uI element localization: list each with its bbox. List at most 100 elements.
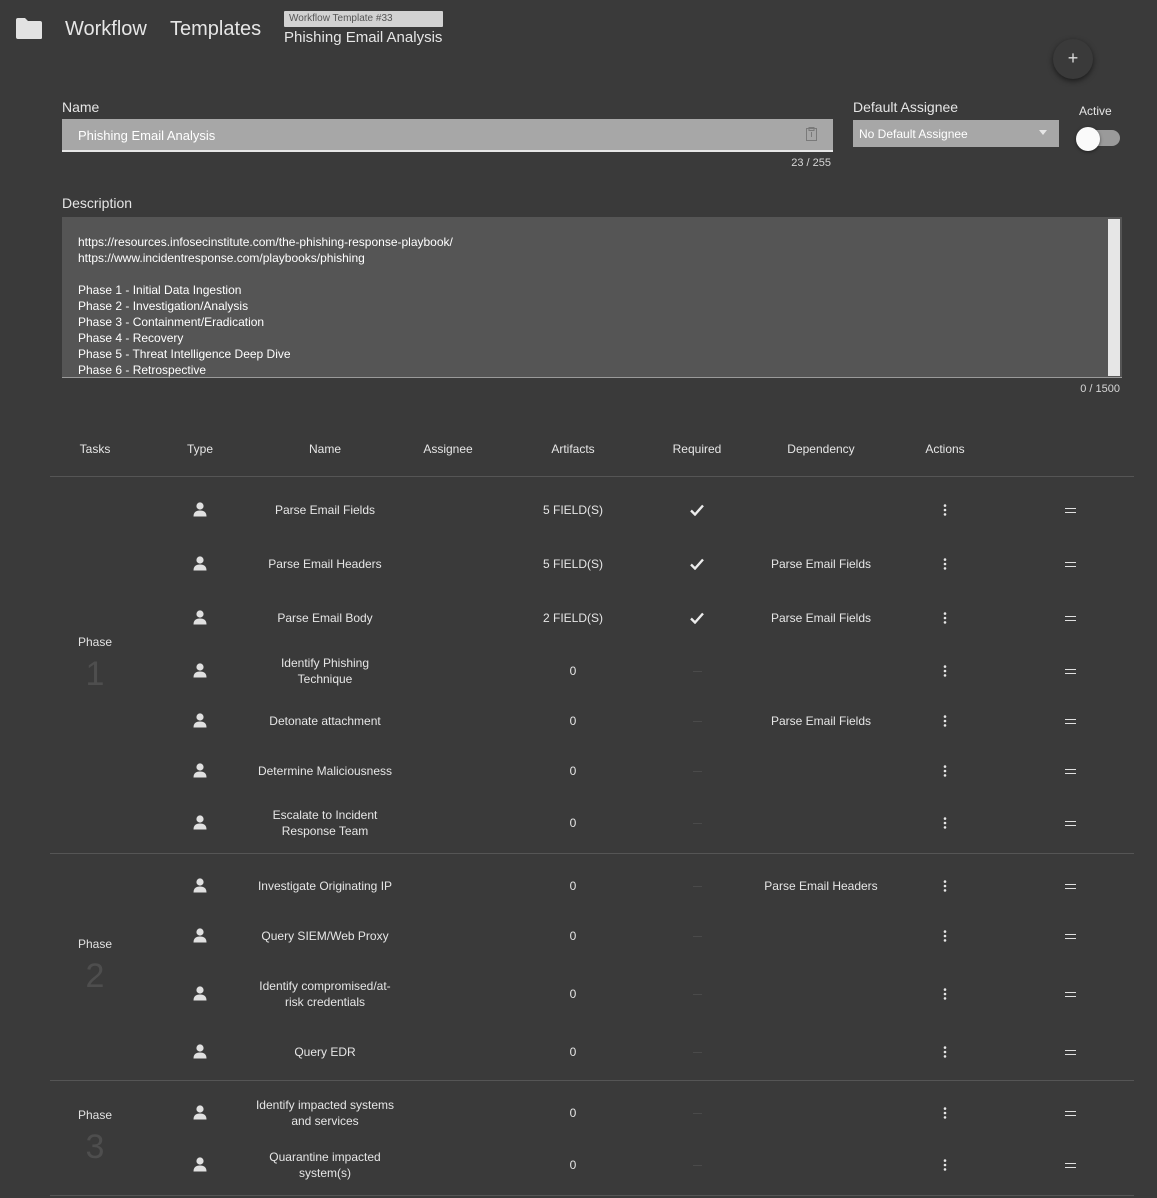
table-row[interactable]: Detonate attachment 0 Parse Email Fields	[0, 695, 1157, 747]
task-name[interactable]: Identify Phishing Technique	[255, 655, 395, 687]
task-actions-menu[interactable]	[936, 988, 954, 1000]
task-required	[682, 771, 712, 772]
person-icon	[193, 878, 207, 893]
drag-handle-icon	[1064, 769, 1076, 774]
name-input-value: Phishing Email Analysis	[78, 128, 216, 143]
drag-handle-icon	[1064, 616, 1076, 621]
drag-handle-icon	[1064, 1111, 1076, 1116]
task-name[interactable]: Quarantine impacted system(s)	[255, 1149, 395, 1181]
empty-dash	[692, 823, 702, 824]
more-vert-icon	[943, 930, 947, 942]
drag-handle[interactable]	[1060, 1111, 1080, 1116]
drag-handle[interactable]	[1060, 1163, 1080, 1168]
task-name[interactable]: Parse Email Body	[255, 610, 395, 626]
table-row[interactable]: Identify compromised/at-risk credentials…	[0, 968, 1157, 1020]
task-actions-menu[interactable]	[936, 930, 954, 942]
drag-handle[interactable]	[1060, 769, 1080, 774]
task-name[interactable]: Detonate attachment	[255, 713, 395, 729]
table-row[interactable]: Quarantine impacted system(s) 0	[0, 1139, 1157, 1191]
task-name[interactable]: Query EDR	[255, 1044, 395, 1060]
task-artifacts: 0	[569, 987, 577, 1001]
active-toggle-thumb[interactable]	[1076, 127, 1100, 151]
person-icon	[193, 986, 207, 1001]
default-assignee-select[interactable]: No Default Assignee	[853, 120, 1059, 147]
drag-handle[interactable]	[1060, 821, 1080, 826]
breadcrumb-templates[interactable]: Templates	[170, 18, 261, 41]
task-artifacts: 2 FIELD(S)	[542, 611, 603, 625]
drag-handle[interactable]	[1060, 934, 1080, 939]
description-line: Phase 1 - Initial Data Ingestion	[78, 283, 242, 297]
task-name[interactable]: Identify impacted systems and services	[255, 1097, 395, 1129]
table-row[interactable]: Determine Maliciousness 0	[0, 745, 1157, 797]
drag-handle[interactable]	[1060, 616, 1080, 621]
default-assignee-label: Default Assignee	[853, 99, 959, 115]
task-name[interactable]: Identify compromised/at-risk credentials	[255, 978, 395, 1010]
plus-icon: +	[1067, 48, 1079, 68]
task-actions-menu[interactable]	[936, 817, 954, 829]
table-row[interactable]: Identify impacted systems and services 0	[0, 1087, 1157, 1139]
column-header-required: Required	[672, 442, 722, 456]
checkmark-icon	[690, 612, 704, 625]
task-artifacts: 0	[569, 764, 577, 778]
empty-dash	[692, 1052, 702, 1053]
table-row[interactable]: Query EDR 0	[0, 1026, 1157, 1078]
task-actions-menu[interactable]	[936, 715, 954, 727]
task-name[interactable]: Determine Maliciousness	[255, 763, 395, 779]
table-row[interactable]: Parse Email Body 2 FIELD(S) Parse Email Fi…	[0, 592, 1157, 644]
drag-handle-icon	[1064, 719, 1076, 724]
clipboard-icon	[806, 127, 817, 141]
more-vert-icon	[943, 765, 947, 777]
empty-dash	[692, 994, 702, 995]
table-row[interactable]: Escalate to Incident Response Team 0	[0, 797, 1157, 849]
empty-dash	[692, 721, 702, 722]
drag-handle[interactable]	[1060, 669, 1080, 674]
task-dependency: Parse Email Fields	[770, 714, 872, 728]
table-row[interactable]: Identify Phishing Technique 0	[0, 645, 1157, 697]
person-icon	[193, 1044, 207, 1059]
task-actions-menu[interactable]	[936, 504, 954, 516]
description-textarea[interactable]: https://resources.infosecinstitute.com/t…	[62, 217, 1122, 378]
task-name[interactable]: Escalate to Incident Response Team	[255, 807, 395, 839]
name-label: Name	[62, 99, 100, 115]
drag-handle-icon	[1064, 1050, 1076, 1055]
task-actions-menu[interactable]	[936, 1107, 954, 1119]
folder-icon[interactable]	[15, 17, 43, 40]
task-actions-menu[interactable]	[936, 1046, 954, 1058]
task-actions-menu[interactable]	[936, 558, 954, 570]
task-name[interactable]: Parse Email Fields	[255, 502, 395, 518]
description-scrollbar[interactable]	[1108, 219, 1120, 376]
table-row[interactable]: Parse Email Fields 5 FIELD(S)	[0, 484, 1157, 536]
table-row[interactable]: Parse Email Headers 5 FIELD(S) Parse Email…	[0, 538, 1157, 590]
task-actions-menu[interactable]	[936, 612, 954, 624]
task-actions-menu[interactable]	[936, 665, 954, 677]
task-required	[682, 886, 712, 887]
breadcrumb-workflow[interactable]: Workflow	[65, 18, 147, 41]
person-icon	[193, 815, 207, 830]
description-line: https://www.incidentresponse.com/playboo…	[78, 251, 365, 265]
drag-handle[interactable]	[1060, 992, 1080, 997]
phase-divider	[50, 1195, 1134, 1196]
task-artifacts: 0	[569, 1158, 577, 1172]
more-vert-icon	[943, 988, 947, 1000]
column-header-tasks: Tasks	[79, 442, 111, 456]
person-icon	[193, 713, 207, 728]
template-id-badge: Workflow Template #33	[284, 11, 443, 27]
table-row[interactable]: Investigate Originating IP 0 Parse Email H…	[0, 860, 1157, 912]
task-name[interactable]: Investigate Originating IP	[255, 878, 395, 894]
drag-handle[interactable]	[1060, 508, 1080, 513]
table-row[interactable]: Query SIEM/Web Proxy 0	[0, 910, 1157, 962]
task-actions-menu[interactable]	[936, 880, 954, 892]
task-actions-menu[interactable]	[936, 765, 954, 777]
task-name[interactable]: Query SIEM/Web Proxy	[255, 928, 395, 944]
drag-handle[interactable]	[1060, 884, 1080, 889]
task-actions-menu[interactable]	[936, 1159, 954, 1171]
description-line: Phase 5 - Threat Intelligence Deep Dive	[78, 347, 291, 361]
drag-handle[interactable]	[1060, 562, 1080, 567]
task-type-cell	[192, 610, 208, 625]
task-name[interactable]: Parse Email Headers	[255, 556, 395, 572]
name-input[interactable]: Phishing Email Analysis	[62, 119, 833, 152]
phase-divider	[50, 1080, 1134, 1081]
add-button[interactable]: +	[1053, 39, 1093, 79]
drag-handle[interactable]	[1060, 719, 1080, 724]
drag-handle[interactable]	[1060, 1050, 1080, 1055]
